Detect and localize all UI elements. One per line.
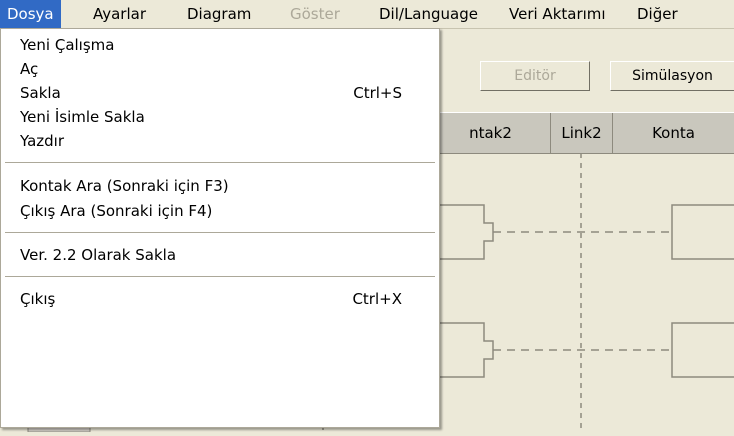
menu-item-exit[interactable]: Çıkış Ctrl+X [1,285,439,313]
menu-item-label: Aç [20,60,39,78]
menu-dil-language[interactable]: Dil/Language [372,0,485,28]
menu-item-label: Yazdır [20,132,65,150]
menu-item-find-contact[interactable]: Kontak Ara (Sonraki için F3) [1,172,439,200]
menu-item-label: Çıkış [20,290,56,308]
menu-diagram[interactable]: Diagram [180,0,258,28]
toolbar: Editör Simülasyon [440,28,734,108]
menu-veri-aktarimi[interactable]: Veri Aktarımı [502,0,613,28]
menu-item-shortcut: Ctrl+X [352,290,402,308]
menu-item-label: Yeni Çalışma [20,36,115,54]
column-header-link2: Link2 [550,113,612,153]
menu-diger[interactable]: Diğer [630,0,685,28]
menu-item-label: Çıkış Ara (Sonraki için F4) [20,202,213,220]
file-menu-dropdown: Yeni Çalışma Aç Sakla Ctrl+S Yeni İsimle… [0,28,440,428]
column-header-kontak2: ntak2 [430,113,550,153]
menu-item-label: Yeni İsimle Sakla [20,108,145,126]
menu-item-find-output[interactable]: Çıkış Ara (Sonraki için F4) [1,197,439,225]
menu-dosya[interactable]: Dosya [0,0,61,28]
menu-separator [5,232,435,233]
editor-button[interactable]: Editör [480,61,590,91]
menu-item-save-as-v22[interactable]: Ver. 2.2 Olarak Sakla [1,241,439,269]
menu-item-print[interactable]: Yazdır [1,127,439,155]
menu-goster[interactable]: Göster [283,0,347,28]
menu-bar: Dosya Ayarlar Diagram Göster Dil/Languag… [0,0,734,29]
menu-separator [5,162,435,163]
menu-separator [5,276,435,277]
simulation-button[interactable]: Simülasyon [610,61,734,91]
menu-ayarlar[interactable]: Ayarlar [86,0,153,28]
column-header-kontak3: Konta [612,113,734,153]
menu-item-label: Ver. 2.2 Olarak Sakla [20,246,177,264]
menu-item-label: Kontak Ara (Sonraki için F3) [20,177,229,195]
menu-item-label: Sakla [20,84,61,102]
